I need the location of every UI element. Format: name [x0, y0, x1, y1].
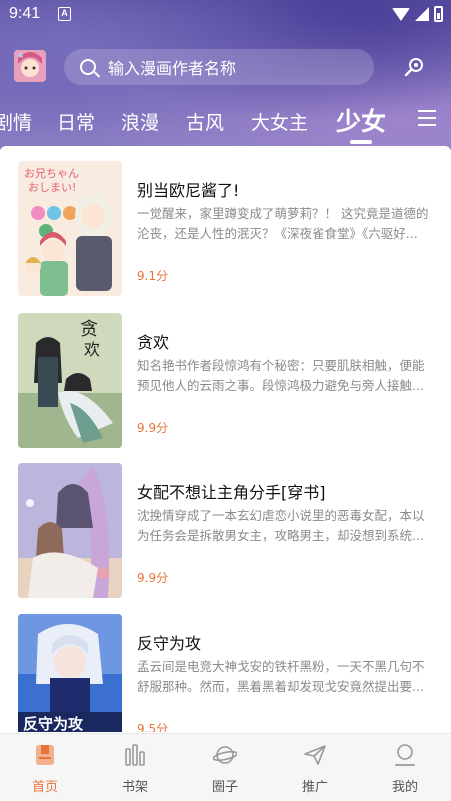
nav-home-label: 首页: [31, 780, 58, 795]
bottom-navigation: 首页 书架 圈子 推广 我的: [0, 733, 451, 801]
notification-icon: A: [58, 7, 71, 21]
battery-icon: [434, 6, 443, 22]
comic-title[interactable]: 女配不想让主角分手[穿书]: [137, 479, 326, 503]
avatar[interactable]: [14, 50, 46, 82]
nav-circle-label: 圈子: [211, 780, 238, 795]
svg-text:お兄ちゃん: お兄ちゃん: [24, 167, 79, 180]
tab-drama[interactable]: 剧情: [0, 108, 32, 135]
comic-cover[interactable]: 贪 欢: [18, 313, 122, 448]
active-tab-indicator: [350, 140, 372, 144]
search-icon: [80, 59, 96, 75]
comic-description: 一觉醒来，家里蹲变成了萌萝莉？！ 这究竟是道德的沦丧，还是人性的泯灭？《深夜雀食…: [137, 206, 429, 241]
search-placeholder: 输入漫画作者名称: [108, 59, 237, 78]
category-tabs: 剧情 日常 浪漫 古风 大女主 少女: [0, 100, 451, 144]
nav-bookshelf-label: 书架: [121, 780, 148, 795]
nav-promote-label: 推广: [301, 780, 328, 795]
list-item[interactable]: 反守为攻 反守为攻 孟云间是电竞大神戈安的铁杆黑粉，一天不黑几句不舒服那种。然而…: [0, 599, 451, 732]
list-item[interactable]: お兄ちゃん おしまい! 别当欧尼酱了! 一觉醒来，家里蹲变成了萌萝莉？！ 这究竟…: [0, 146, 451, 296]
comic-score: 9.9分: [137, 571, 169, 585]
status-time: 9:41: [9, 5, 41, 22]
comic-score: 9.9分: [137, 421, 169, 435]
home-icon: [36, 745, 54, 765]
nav-profile[interactable]: 我的: [360, 734, 450, 801]
comic-title[interactable]: 别当欧尼酱了!: [137, 177, 239, 201]
filter-icon[interactable]: [402, 55, 426, 79]
comic-cover[interactable]: お兄ちゃん おしまい!: [18, 161, 122, 296]
nav-profile-label: 我的: [391, 780, 418, 795]
comic-cover[interactable]: 反守为攻: [18, 614, 122, 732]
svg-text:欢: 欢: [84, 340, 100, 359]
status-icons: [392, 6, 443, 22]
nav-bookshelf[interactable]: 书架: [90, 734, 180, 801]
search-bar[interactable]: 输入漫画作者名称: [64, 49, 374, 85]
comic-title[interactable]: 反守为攻: [137, 630, 201, 654]
wifi-icon: [392, 7, 410, 21]
comic-description: 知名艳书作者段惊鸿有个秘密：只要肌肤相触，便能预见他人的云雨之事。段惊鸿极力避免…: [137, 358, 425, 393]
comic-description: 沈挽情穿成了一本玄幻虐恋小说里的恶毒女配，本以为任务会是拆散男女主，攻略男主，却…: [137, 508, 425, 543]
nav-circle[interactable]: 圈子: [180, 734, 270, 801]
svg-text:贪: 贪: [80, 319, 98, 340]
comic-list: お兄ちゃん おしまい! 别当欧尼酱了! 一觉醒来，家里蹲变成了萌萝莉？！ 这究竟…: [0, 146, 451, 732]
profile-icon: [395, 744, 415, 766]
tab-heroine[interactable]: 大女主: [251, 108, 308, 135]
svg-text:反守为攻: 反守为攻: [23, 715, 84, 732]
tab-shoujo[interactable]: 少女: [336, 102, 386, 138]
tab-daily[interactable]: 日常: [57, 108, 95, 135]
comic-title[interactable]: 贪欢: [137, 329, 169, 353]
planet-icon: [213, 746, 237, 764]
comic-score: 9.1分: [137, 269, 169, 283]
nav-promote[interactable]: 推广: [270, 734, 360, 801]
nav-home[interactable]: 首页: [0, 734, 90, 801]
menu-icon[interactable]: [418, 110, 436, 126]
signal-icon: [415, 7, 429, 21]
list-item[interactable]: 贪 欢 贪欢 知名艳书作者段惊鸿有个秘密：只要肌肤相触，便能预见他人的云雨之事。…: [0, 298, 451, 448]
status-bar: 9:41 A: [0, 0, 451, 30]
tab-ancient[interactable]: 古风: [186, 108, 224, 135]
paper-plane-icon: [304, 745, 326, 765]
tab-romance[interactable]: 浪漫: [121, 108, 159, 135]
comic-score: 9.5分: [137, 722, 169, 732]
bookshelf-icon: [125, 744, 145, 766]
svg-text:おしまい!: おしまい!: [28, 181, 76, 194]
comic-cover[interactable]: [18, 463, 122, 598]
list-item[interactable]: 女配不想让主角分手[穿书] 沈挽情穿成了一本玄幻虐恋小说里的恶毒女配，本以为任务…: [0, 448, 451, 598]
comic-description: 孟云间是电竞大神戈安的铁杆黑粉，一天不黑几句不舒服那种。然而，黑着黑着却发现戈安…: [137, 659, 425, 694]
